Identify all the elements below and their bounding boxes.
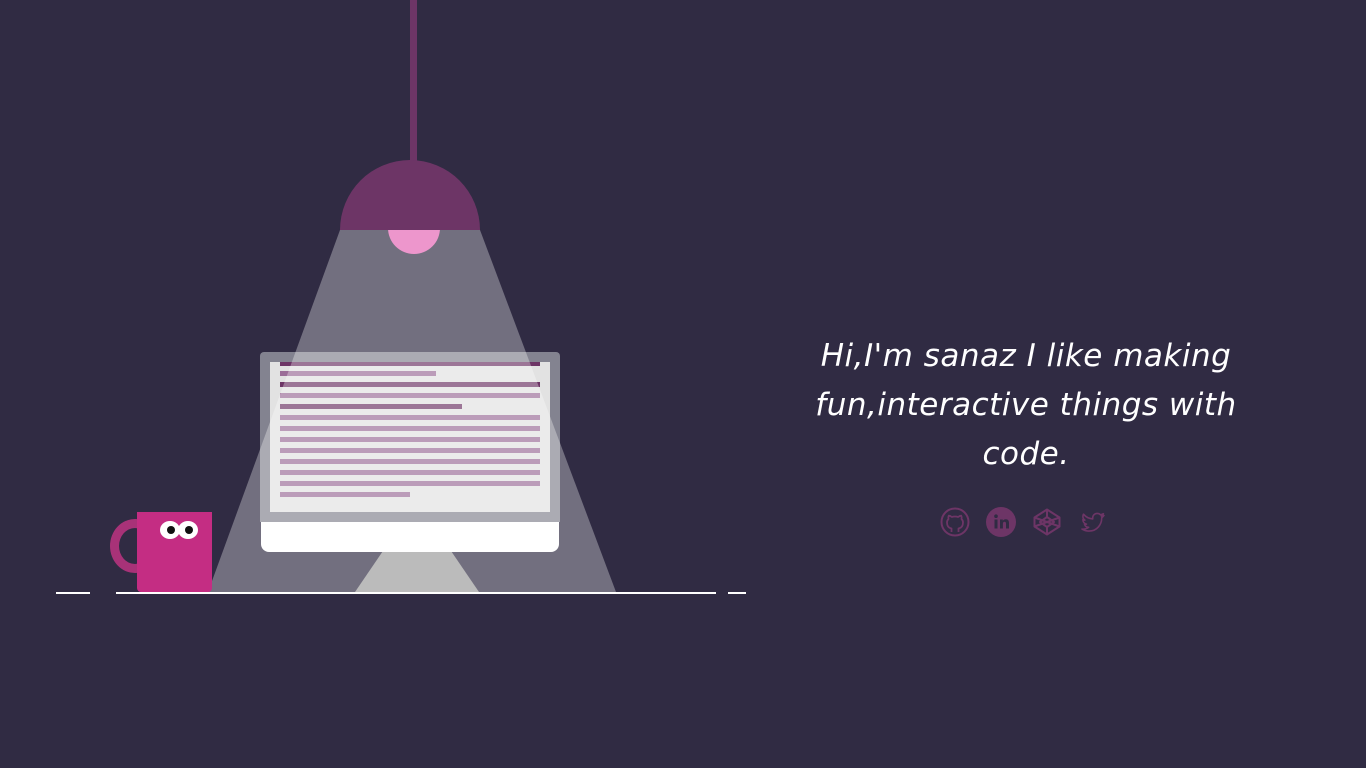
code-line bbox=[280, 393, 540, 398]
monitor-screen bbox=[270, 362, 550, 512]
code-line bbox=[280, 382, 540, 387]
code-line bbox=[280, 448, 540, 453]
code-line bbox=[280, 371, 436, 376]
linkedin-link[interactable] bbox=[986, 507, 1016, 537]
intro-text: Hi,I'm sanaz I like making fun,interacti… bbox=[815, 338, 1237, 472]
twitter-link[interactable] bbox=[1078, 507, 1108, 537]
hero-scene: Hi,I'm sanaz I like making fun,interacti… bbox=[0, 0, 1366, 768]
twitter-icon bbox=[1081, 512, 1105, 532]
mug-pupil bbox=[185, 526, 193, 534]
desk-line bbox=[728, 592, 746, 594]
code-line bbox=[280, 415, 540, 420]
codepen-link[interactable] bbox=[1032, 507, 1062, 537]
social-links bbox=[940, 507, 1108, 537]
lamp-cord bbox=[410, 0, 417, 166]
github-icon bbox=[940, 507, 970, 537]
linkedin-icon bbox=[986, 507, 1016, 537]
lamp-shade bbox=[340, 160, 480, 230]
desk-line bbox=[116, 592, 716, 594]
mug-pupil bbox=[167, 526, 175, 534]
code-line bbox=[280, 481, 540, 486]
codepen-icon bbox=[1033, 508, 1061, 536]
desk-line bbox=[56, 592, 90, 594]
monitor-stand bbox=[355, 552, 479, 592]
code-line bbox=[280, 437, 540, 442]
github-link[interactable] bbox=[940, 507, 970, 537]
mug-eye-right bbox=[178, 521, 198, 539]
code-line bbox=[280, 492, 410, 497]
monitor-chin bbox=[261, 522, 559, 552]
code-line bbox=[280, 470, 540, 475]
code-line bbox=[280, 362, 540, 366]
code-line bbox=[280, 426, 540, 431]
mug-eye-left bbox=[160, 521, 180, 539]
code-line bbox=[280, 404, 462, 409]
code-line bbox=[280, 459, 540, 464]
